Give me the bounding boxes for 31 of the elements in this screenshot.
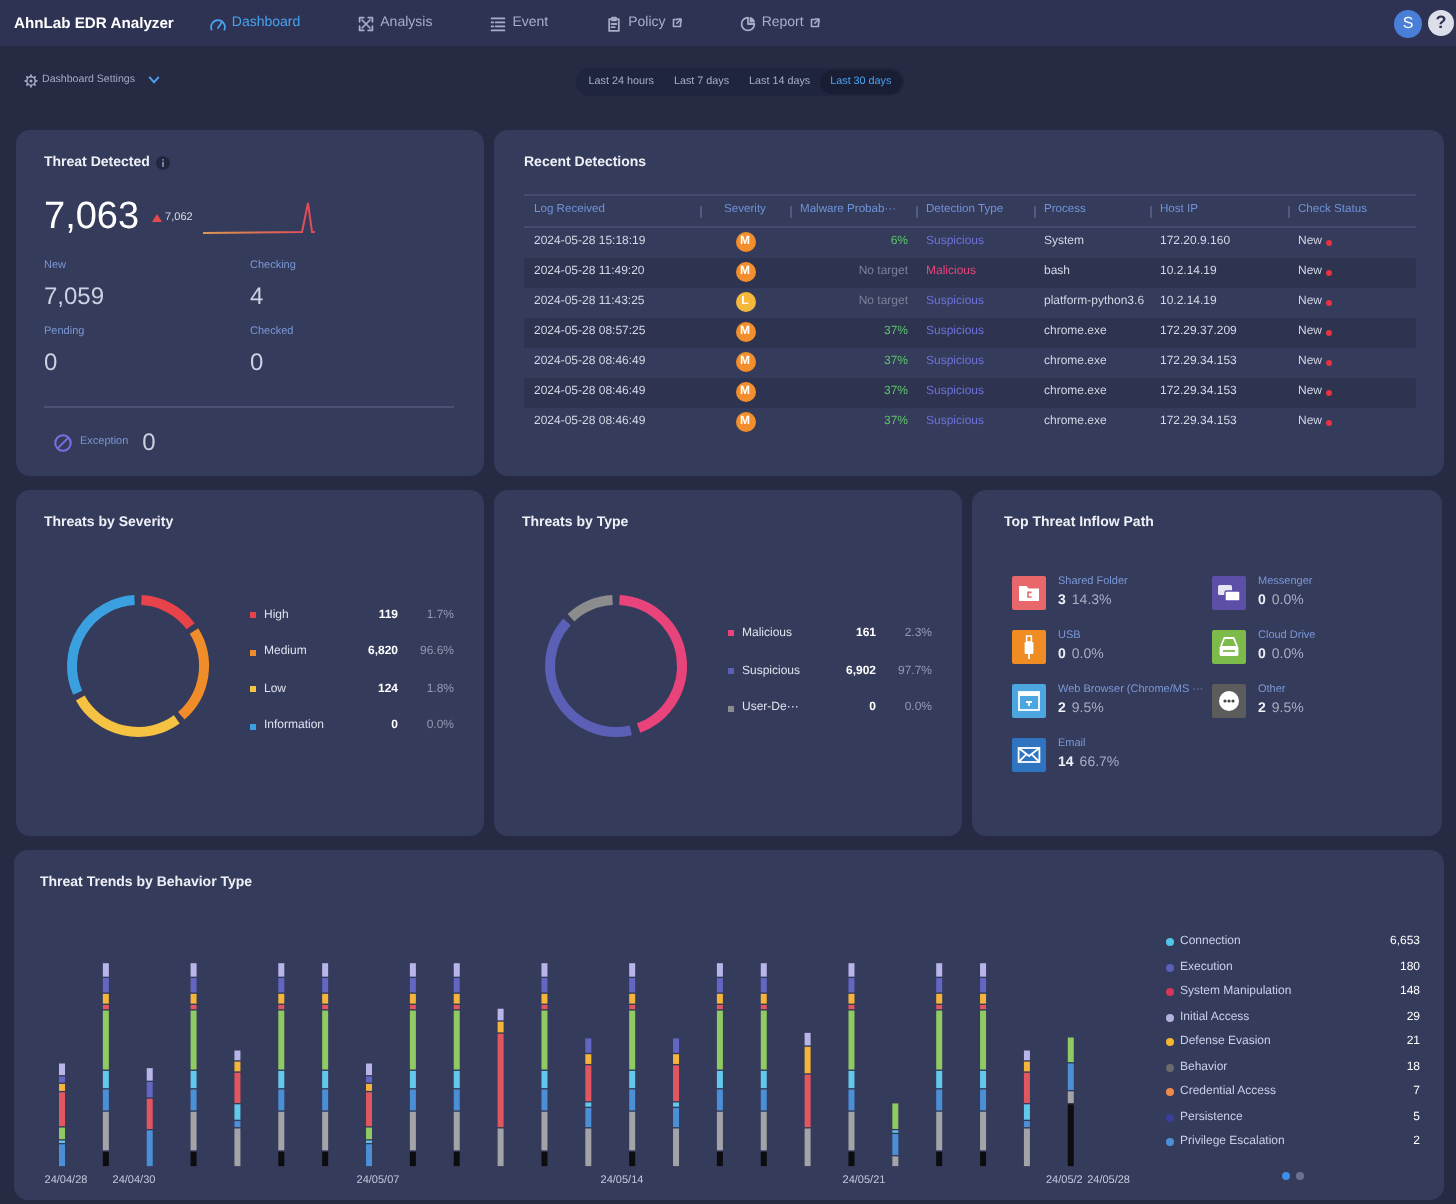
stat-value: 0: [44, 348, 58, 376]
gauge-icon: [209, 15, 226, 31]
stacked-bar: [1067, 1037, 1074, 1167]
stacked-bar: [366, 1063, 372, 1167]
exception-count: 0: [142, 428, 156, 456]
total-count: 7,063: [44, 196, 140, 240]
help-button[interactable]: ?: [1428, 10, 1454, 36]
stacked-bar: [673, 1038, 680, 1167]
sparkline: [202, 200, 317, 236]
stacked-bar: [585, 1038, 592, 1167]
user-avatar[interactable]: S: [1394, 9, 1422, 37]
stat-value: 4: [250, 282, 264, 310]
clipboard-icon: [606, 15, 623, 31]
stacked-bar: [234, 1050, 241, 1167]
stacked-bar: [892, 1103, 899, 1167]
slash-circle-icon: [54, 433, 72, 451]
gear-icon: [24, 73, 38, 87]
pie-chart-icon: [739, 15, 756, 31]
chevron-down-icon: [147, 76, 160, 84]
stacked-bar: [804, 1032, 811, 1167]
stacked-bar: [146, 1068, 153, 1167]
donut-segment: [618, 594, 687, 732]
info-icon: [155, 156, 170, 170]
page-dot-icon[interactable]: [1281, 1172, 1290, 1181]
stacked-bar: [1023, 1050, 1030, 1167]
cross-arrows-icon: [358, 15, 375, 31]
stacked-bar: [59, 1063, 65, 1167]
stat-value: 0: [250, 348, 264, 376]
page-dot-icon[interactable]: [1296, 1172, 1305, 1181]
list-icon: [490, 15, 507, 31]
stat-value: 7,059: [44, 282, 105, 310]
